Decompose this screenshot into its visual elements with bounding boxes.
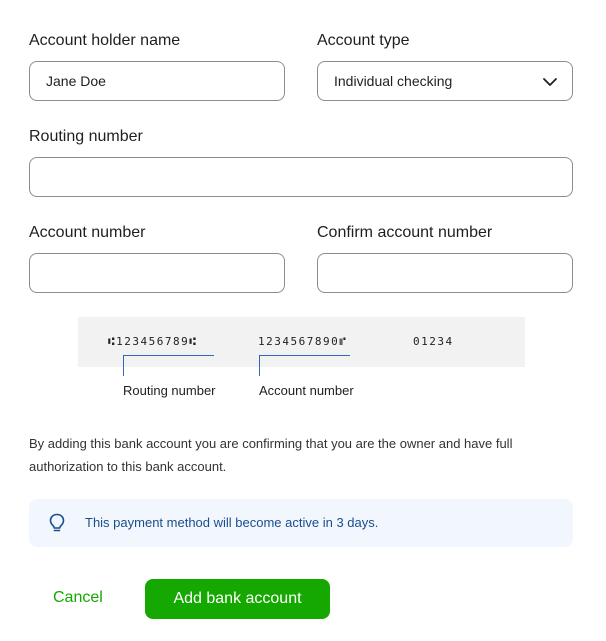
routing-bracket	[123, 355, 214, 376]
authorization-notice: By adding this bank account you are conf…	[29, 436, 513, 474]
info-text: This payment method will become active i…	[85, 515, 379, 530]
account-type-label: Account type	[317, 32, 410, 49]
confirm-account-number-label: Confirm account number	[317, 224, 493, 241]
micr-check-number: 01234	[413, 335, 454, 348]
account-holder-label: Account holder name	[29, 32, 181, 49]
routing-caption: Routing number	[123, 383, 216, 398]
routing-number-input[interactable]	[30, 158, 572, 196]
account-bracket	[259, 355, 350, 376]
info-banner: This payment method will become active i…	[29, 499, 573, 547]
account-caption: Account number	[259, 383, 354, 398]
routing-number-field[interactable]	[29, 157, 573, 197]
account-holder-input[interactable]	[30, 62, 284, 100]
account-holder-field[interactable]	[29, 61, 285, 101]
cancel-button[interactable]: Cancel	[53, 589, 103, 607]
account-type-select[interactable]: Individual checking	[317, 61, 573, 101]
add-bank-account-button[interactable]: Add bank account	[145, 579, 330, 619]
account-number-label: Account number	[29, 224, 146, 241]
account-number-input[interactable]	[30, 254, 284, 292]
account-number-field[interactable]	[29, 253, 285, 293]
account-type-value: Individual checking	[334, 73, 453, 89]
chevron-down-icon	[543, 78, 557, 86]
micr-account-number: 1234567890⑈	[258, 335, 348, 348]
confirm-account-number-field[interactable]	[317, 253, 573, 293]
routing-number-label: Routing number	[29, 128, 143, 145]
micr-routing-number: ⑆123456789⑆	[108, 335, 198, 348]
lightbulb-icon	[49, 513, 65, 532]
confirm-account-number-input[interactable]	[318, 254, 572, 292]
